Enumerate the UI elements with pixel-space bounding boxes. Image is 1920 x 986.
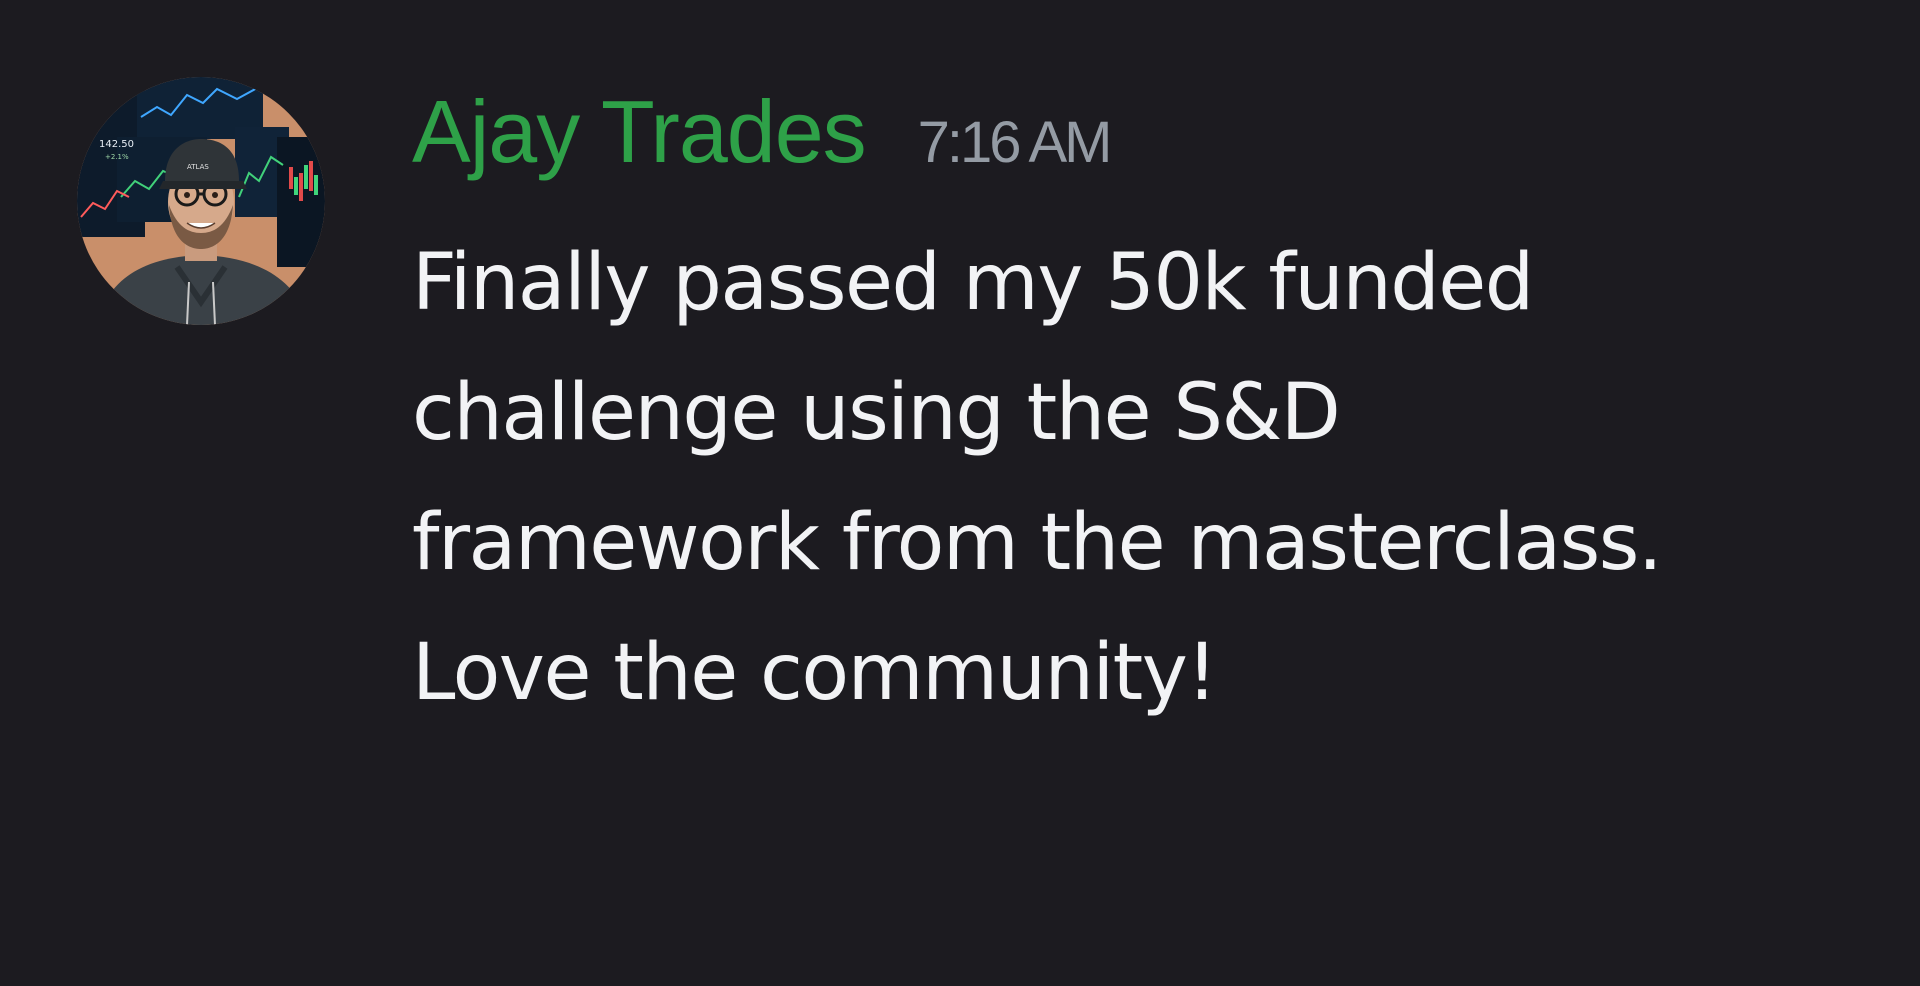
chart-screen-text: 142.50 [99, 139, 134, 150]
author-name[interactable]: Ajay Trades [412, 88, 867, 176]
chart-screen-subtext: +2.1% [105, 153, 129, 161]
message-content: Finally passed my 50k funded challenge u… [412, 238, 1663, 718]
message-timestamp: 7:16 AM [917, 110, 1113, 175]
user-avatar-icon: 142.50 +2.1% ATLAS [77, 77, 325, 325]
avatar[interactable]: 142.50 +2.1% ATLAS [77, 77, 325, 325]
cap-logo-text: ATLAS [187, 163, 209, 171]
chat-message: 142.50 +2.1% ATLAS Ajay Trades 7:16 AM F… [0, 0, 1920, 986]
message-header: Ajay Trades 7:16 AM [412, 88, 1113, 188]
